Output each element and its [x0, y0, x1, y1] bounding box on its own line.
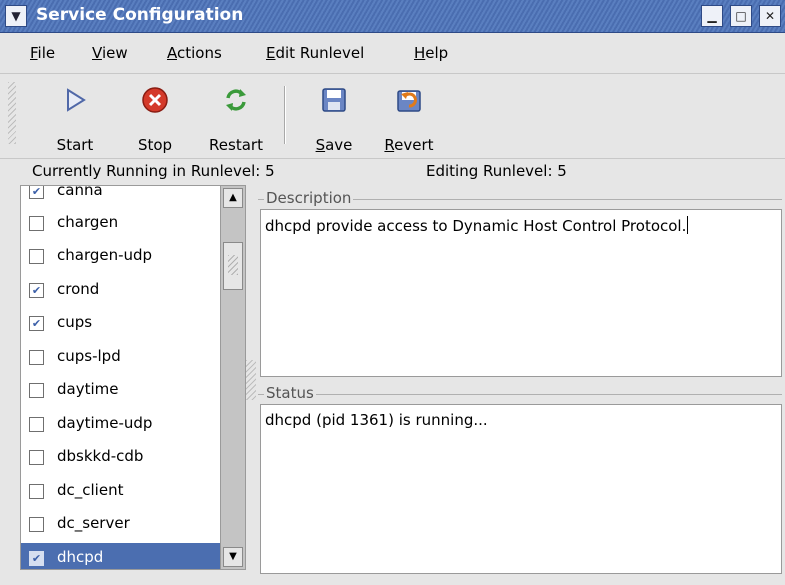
service-name: chargen-udp: [57, 246, 153, 264]
scroll-down-arrow-icon[interactable]: ▼: [223, 547, 243, 567]
status-frame: Status dhcpd (pid 1361) is running...: [258, 384, 782, 574]
service-row-crond[interactable]: ✔ crond: [21, 275, 221, 305]
editing-runlevel-text: Editing Runlevel: 5: [426, 162, 567, 180]
service-row-chargen[interactable]: chargen: [21, 208, 221, 238]
service-checkbox[interactable]: [29, 216, 44, 231]
service-row-daytime-udp[interactable]: daytime-udp: [21, 409, 221, 439]
service-row-dc_server[interactable]: dc_server: [21, 509, 221, 539]
scrollbar-thumb[interactable]: [223, 242, 243, 290]
service-name: cups-lpd: [57, 347, 121, 365]
menu-help[interactable]: Help: [414, 44, 448, 62]
service-row-cups-lpd[interactable]: cups-lpd: [21, 342, 221, 372]
service-checkbox[interactable]: [29, 484, 44, 499]
service-name: chargen: [57, 213, 119, 231]
toolbar-separator: [284, 86, 286, 144]
window-menu-icon[interactable]: ▼: [5, 5, 27, 27]
menu-file[interactable]: File: [30, 44, 55, 62]
revert-button[interactable]: Revert: [372, 82, 446, 158]
save-label: Save: [315, 136, 353, 154]
start-icon: [67, 88, 86, 112]
start-label: Start: [56, 136, 94, 154]
maximize-icon[interactable]: □: [730, 5, 752, 27]
service-name: crond: [57, 280, 100, 298]
revert-label: Revert: [384, 136, 434, 154]
minimize-icon[interactable]: ▁: [701, 5, 723, 27]
start-button[interactable]: Start: [40, 82, 110, 158]
stop-label: Stop: [137, 136, 173, 154]
restart-icon: [226, 89, 246, 111]
current-runlevel-text: Currently Running in Runlevel: 5: [32, 162, 275, 180]
menu-view[interactable]: View: [92, 44, 128, 62]
save-icon: [322, 88, 346, 112]
restart-label: Restart: [209, 136, 263, 154]
menu-bar: File View Actions Edit Runlevel Help: [0, 33, 785, 74]
runlevel-status-bar: Currently Running in Runlevel: 5 Editing…: [0, 159, 785, 185]
service-list-scrollbar[interactable]: ▲ ▼: [220, 185, 246, 570]
service-checkbox[interactable]: ✔: [29, 551, 44, 566]
service-checkbox[interactable]: [29, 350, 44, 365]
toolbar: Start Stop Restart Save Revert: [0, 74, 785, 159]
status-box[interactable]: dhcpd (pid 1361) is running...: [260, 404, 782, 574]
service-name: canna: [57, 185, 103, 199]
service-checkbox[interactable]: [29, 450, 44, 465]
toolbar-grip[interactable]: [8, 82, 16, 144]
service-list[interactable]: ✔ canna chargen chargen-udp ✔ crond ✔ cups cups-…: [20, 185, 221, 570]
stop-icon: [142, 87, 168, 113]
menu-edit-runlevel[interactable]: Edit Runlevel: [266, 44, 364, 62]
service-row-cups[interactable]: ✔ cups: [21, 308, 221, 338]
menu-actions[interactable]: Actions: [167, 44, 222, 62]
scroll-up-arrow-icon[interactable]: ▲: [223, 188, 243, 208]
service-checkbox[interactable]: [29, 417, 44, 432]
service-checkbox[interactable]: ✔: [29, 283, 44, 298]
service-name: dc_client: [57, 481, 124, 499]
window-title: Service Configuration: [36, 5, 244, 25]
service-row-dbskkd-cdb[interactable]: dbskkd-cdb: [21, 442, 221, 472]
service-configuration-window: ▼ Service Configuration ▁ □ ✕ File View …: [0, 0, 785, 585]
description-box[interactable]: dhcpd provide access to Dynamic Host Con…: [260, 209, 782, 377]
service-checkbox[interactable]: ✔: [29, 186, 44, 199]
service-checkbox[interactable]: [29, 249, 44, 264]
service-name: daytime-udp: [57, 414, 153, 432]
stop-button[interactable]: Stop: [120, 82, 190, 158]
status-text: dhcpd (pid 1361) is running...: [265, 411, 488, 429]
service-name: daytime: [57, 380, 119, 398]
service-row-chargen-udp[interactable]: chargen-udp: [21, 241, 221, 271]
service-name: dbskkd-cdb: [57, 447, 144, 465]
text-caret: [687, 216, 689, 234]
close-icon[interactable]: ✕: [759, 5, 781, 27]
save-button[interactable]: Save: [302, 82, 366, 158]
service-checkbox[interactable]: ✔: [29, 316, 44, 331]
service-row-daytime[interactable]: daytime: [21, 375, 221, 405]
description-text: dhcpd provide access to Dynamic Host Con…: [265, 216, 689, 235]
revert-icon: [397, 90, 421, 112]
service-row-dc_client[interactable]: dc_client: [21, 476, 221, 506]
service-name: cups: [57, 313, 93, 331]
service-row-canna[interactable]: ✔ canna: [21, 185, 221, 206]
title-bar[interactable]: ▼ Service Configuration ▁ □ ✕: [0, 0, 785, 33]
description-frame: Description dhcpd provide access to Dyna…: [258, 189, 782, 378]
service-checkbox[interactable]: [29, 383, 44, 398]
service-name: dhcpd: [57, 548, 104, 566]
service-row-dhcpd[interactable]: ✔ dhcpd: [21, 543, 221, 569]
status-label: Status: [264, 384, 316, 402]
service-checkbox[interactable]: [29, 517, 44, 532]
service-name: dc_server: [57, 514, 130, 532]
description-label: Description: [264, 189, 354, 207]
pane-divider-handle[interactable]: [246, 360, 256, 400]
restart-button[interactable]: Restart: [196, 82, 276, 158]
